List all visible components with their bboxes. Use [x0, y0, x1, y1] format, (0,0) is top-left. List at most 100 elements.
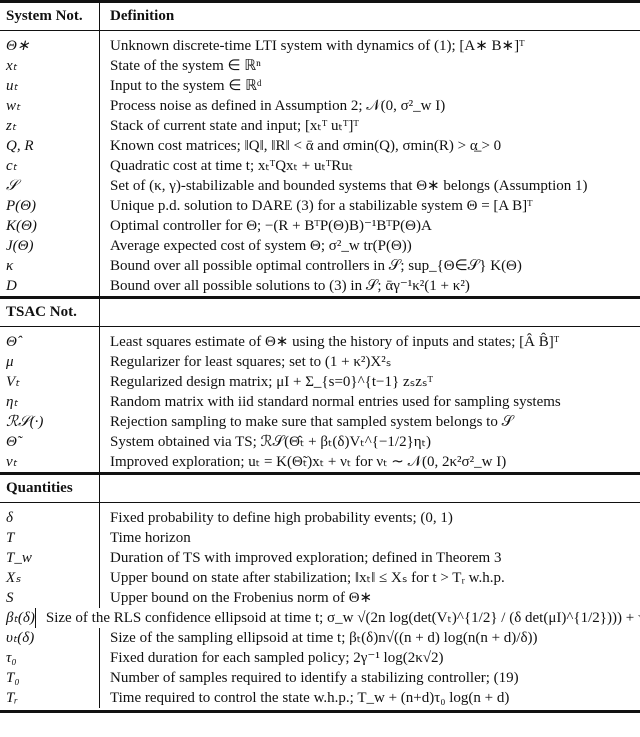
notation-definition: Size of the sampling ellipsoid at time t…	[110, 630, 538, 646]
section-header-symbol: System Not.	[0, 3, 100, 30]
notation-definition: Bound over all possible solutions to (3)…	[110, 278, 470, 294]
notation-symbol: υₜ(δ)	[0, 628, 100, 648]
notation-definition: Time horizon	[110, 530, 191, 546]
notation-definition: Known cost matrices; ‖Q‖, ‖R‖ < ᾱ and σm…	[110, 138, 502, 154]
notation-definition: Upper bound on state after stabilization…	[110, 570, 505, 586]
bottom-rule	[0, 710, 640, 713]
table-row: ηₜ Random matrix with iid standard normal…	[0, 392, 640, 412]
notation-symbol: T₀	[0, 668, 100, 688]
notation-symbol: D	[0, 276, 100, 296]
notation-definition: Time required to control the state w.h.p…	[110, 690, 510, 706]
section-header: Quantities	[0, 475, 640, 502]
notation-definition: Regularizer for least squares; set to (1…	[110, 354, 392, 370]
table-row: ℛ𝒮(·) Rejection sampling to make sure tha…	[0, 412, 640, 432]
table-row: S Upper bound on the Frobenius norm of Θ∗	[0, 588, 640, 608]
notation-definition: Optimal controller for Θ; −(R + BᵀP(Θ)B)…	[110, 218, 432, 234]
notation-symbol: T_w	[0, 548, 100, 568]
notation-definition: Unique p.d. solution to DARE (3) for a s…	[110, 198, 533, 214]
notation-symbol: Tᵣ	[0, 688, 100, 708]
table-row: Q, R Known cost matrices; ‖Q‖, ‖R‖ < ᾱ an…	[0, 136, 640, 156]
notation-symbol: Q, R	[0, 136, 100, 156]
notation-symbol: cₜ	[0, 156, 100, 176]
notation-definition: Process noise as defined in Assumption 2…	[110, 98, 446, 114]
notation-definition: System obtained via TS; ℛ𝒮(Θ̂ₜ + βₜ(δ)Vₜ…	[110, 434, 432, 450]
notation-definition: Size of the RLS confidence ellipsoid at …	[45, 610, 640, 626]
notation-symbol: δ	[0, 508, 100, 528]
table-row: Θ̂ Least squares estimate of Θ∗ using the…	[0, 332, 640, 352]
notation-definition: Fixed probability to define high probabi…	[110, 510, 453, 526]
table-row: Xₛ Upper bound on state after stabilizati…	[0, 568, 640, 588]
notation-definition: Number of samples required to identify a…	[110, 670, 519, 686]
section-header: System Not. Definition	[0, 3, 640, 30]
table-row: δ Fixed probability to define high probab…	[0, 508, 640, 528]
notation-definition: Bound over all possible optimal controll…	[110, 258, 522, 274]
table-row: Tᵣ Time required to control the state w.h…	[0, 688, 640, 708]
notation-definition: Least squares estimate of Θ∗ using the h…	[110, 334, 560, 350]
notation-symbol: K(Θ)	[0, 216, 100, 236]
table-row: κ Bound over all possible optimal control…	[0, 256, 640, 276]
table-row: uₜ Input to the system ∈ ℝᵈ	[0, 76, 640, 96]
section-header: TSAC Not.	[0, 299, 640, 326]
notation-symbol: uₜ	[0, 76, 100, 96]
table-row: βₜ(δ) Size of the RLS confidence ellipsoi…	[0, 608, 640, 628]
table-row: P(Θ) Unique p.d. solution to DARE (3) for…	[0, 196, 640, 216]
notation-symbol: Θ∗	[0, 36, 100, 56]
notation-definition: Quadratic cost at time t; xₜᵀQxₜ + uₜᵀRu…	[110, 158, 354, 174]
table-row: νₜ Improved exploration; uₜ = K(Θ̃ₜ)xₜ + …	[0, 452, 640, 472]
table-row: J(Θ) Average expected cost of system Θ; σ…	[0, 236, 640, 256]
notation-symbol: μ	[0, 352, 100, 372]
notation-definition: Rejection sampling to make sure that sam…	[110, 414, 514, 430]
notation-definition: Improved exploration; uₜ = K(Θ̃ₜ)xₜ + νₜ…	[110, 454, 507, 470]
notation-definition: Average expected cost of system Θ; σ²_w …	[110, 238, 412, 254]
notation-definition: Random matrix with iid standard normal e…	[110, 394, 561, 410]
notation-symbol: ηₜ	[0, 392, 100, 412]
notation-definition: Unknown discrete-time LTI system with dy…	[110, 38, 525, 54]
notation-table: System Not. Definition Θ∗ Unknown discrete-…	[0, 0, 640, 713]
notation-symbol: βₜ(δ)	[0, 608, 36, 628]
notation-symbol: wₜ	[0, 96, 100, 116]
table-row: T_w Duration of TS with improved explorat…	[0, 548, 640, 568]
notation-symbol: Vₜ	[0, 372, 100, 392]
table-row: cₜ Quadratic cost at time t; xₜᵀQxₜ + uₜᵀ…	[0, 156, 640, 176]
notation-definition: State of the system ∈ ℝⁿ	[110, 58, 261, 74]
notation-symbol: νₜ	[0, 452, 100, 472]
table-row: μ Regularizer for least squares; set to (…	[0, 352, 640, 372]
table-row: zₜ Stack of current state and input; [xₜᵀ…	[0, 116, 640, 136]
notation-definition: Regularized design matrix; μI + Σ_{s=0}^…	[110, 374, 433, 390]
table-row: wₜ Process noise as defined in Assumption…	[0, 96, 640, 116]
notation-definition: Fixed duration for each sampled policy; …	[110, 650, 444, 666]
notation-symbol: T	[0, 528, 100, 548]
table-row: T₀ Number of samples required to identify…	[0, 668, 640, 688]
table-row: K(Θ) Optimal controller for Θ; −(R + BᵀP(…	[0, 216, 640, 236]
notation-symbol: S	[0, 588, 100, 608]
notation-symbol: Θ̂	[0, 332, 100, 352]
notation-symbol: κ	[0, 256, 100, 276]
notation-definition: Stack of current state and input; [xₜᵀ u…	[110, 118, 359, 134]
section-header-definition: Definition	[110, 8, 175, 24]
notation-definition: Set of (κ, γ)-stabilizable and bounded s…	[110, 178, 588, 194]
notation-symbol: J(Θ)	[0, 236, 100, 256]
notation-symbol: Xₛ	[0, 568, 100, 588]
table-row: xₜ State of the system ∈ ℝⁿ	[0, 56, 640, 76]
table-body: System Not. Definition Θ∗ Unknown discrete-…	[0, 3, 640, 713]
notation-symbol: Θ̃	[0, 432, 100, 452]
table-row: υₜ(δ) Size of the sampling ellipsoid at t…	[0, 628, 640, 648]
notation-definition: Upper bound on the Frobenius norm of Θ∗	[110, 590, 373, 606]
table-row: 𝒮 Set of (κ, γ)-stabilizable and bounded …	[0, 176, 640, 196]
notation-definition: Input to the system ∈ ℝᵈ	[110, 78, 262, 94]
notation-symbol: xₜ	[0, 56, 100, 76]
table-row: Vₜ Regularized design matrix; μI + Σ_{s=0…	[0, 372, 640, 392]
section-header-symbol: Quantities	[0, 475, 100, 502]
section-header-symbol: TSAC Not.	[0, 299, 100, 326]
table-row: τ₀ Fixed duration for each sampled policy…	[0, 648, 640, 668]
table-row: D Bound over all possible solutions to (3…	[0, 276, 640, 296]
notation-symbol: ℛ𝒮(·)	[0, 412, 100, 432]
notation-symbol: P(Θ)	[0, 196, 100, 216]
notation-symbol: zₜ	[0, 116, 100, 136]
notation-symbol: τ₀	[0, 648, 100, 668]
table-row: Θ̃ System obtained via TS; ℛ𝒮(Θ̂ₜ + βₜ(δ)…	[0, 432, 640, 452]
table-row: T Time horizon	[0, 528, 640, 548]
notation-definition: Duration of TS with improved exploration…	[110, 550, 502, 566]
notation-symbol: 𝒮	[0, 176, 100, 196]
table-row: Θ∗ Unknown discrete-time LTI system with …	[0, 36, 640, 56]
